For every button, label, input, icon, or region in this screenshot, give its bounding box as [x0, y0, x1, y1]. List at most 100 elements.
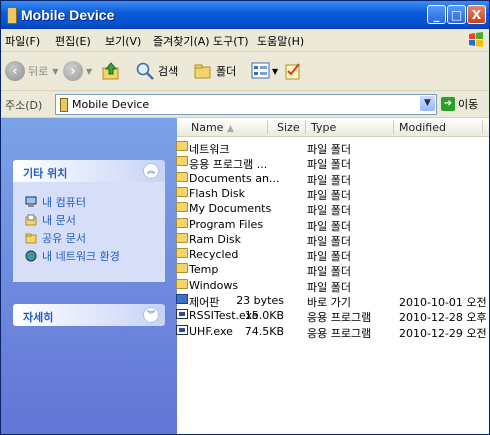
search-icon — [136, 62, 154, 80]
file-row[interactable]: Flash Disk 파일 폴더 — [176, 186, 489, 202]
file-name: Documents an... — [189, 171, 280, 185]
file-row[interactable]: UHF.exe 74.5KB 응용 프로그램 2010-12-29 오전 ... — [176, 324, 489, 340]
maximize-button[interactable]: □ — [447, 5, 466, 24]
menu-help[interactable]: 도움말(H) — [257, 33, 304, 49]
folder-icon — [176, 156, 188, 167]
other-places-my-computer[interactable]: 내 컴퓨터 — [25, 194, 86, 210]
file-name: My Documents — [189, 202, 272, 216]
other-places-shared-documents[interactable]: 공유 문서 — [25, 230, 86, 246]
other-places-network[interactable]: 내 네트워크 환경 — [25, 248, 120, 264]
menu-edit[interactable]: 편집(E) — [55, 33, 91, 49]
file-name: Flash Disk — [189, 186, 245, 200]
title-bar[interactable]: Mobile Device _ □ X — [1, 1, 489, 29]
file-modified: 2010-12-29 오전 ... — [399, 326, 489, 340]
my-computer-icon — [25, 196, 37, 207]
checklist-icon — [285, 63, 300, 80]
details-title: 자세히 — [23, 311, 54, 324]
exe-icon — [176, 324, 188, 335]
back-dropdown-icon: ▼ — [52, 66, 59, 76]
go-label: 이동 — [458, 98, 479, 111]
my-documents-label: 내 문서 — [42, 214, 76, 227]
expand-chevron-icon[interactable]: ︾ — [143, 307, 159, 323]
file-row[interactable]: Documents an... 파일 폴더 — [176, 171, 489, 187]
address-dropdown-icon[interactable]: ▼ — [420, 96, 435, 111]
up-folder-icon — [102, 62, 119, 80]
network-label: 내 네트워크 환경 — [42, 250, 120, 263]
column-modified[interactable]: Modified — [399, 121, 446, 134]
file-row[interactable]: Recycled 파일 폴더 — [176, 247, 489, 263]
views-dropdown-icon: ▼ — [272, 66, 279, 76]
my-documents-icon — [25, 214, 37, 226]
menu-favorites[interactable]: 즐겨찾기(A) — [153, 33, 210, 49]
file-name: Recycled — [189, 248, 239, 262]
up-folder-button[interactable] — [101, 60, 121, 82]
menu-tools[interactable]: 도구(T) — [213, 33, 249, 49]
file-row[interactable]: RSSITest.exe15.0KB응용 프로그램2010-12-28 오후 .… — [176, 308, 489, 324]
window-title: Mobile Device — [21, 7, 115, 23]
column-size[interactable]: Size — [277, 121, 300, 134]
windows-logo-icon — [469, 32, 483, 47]
file-list: Name ▲ Size Type Modified 네트워크 파일 폴더 응용 프로… — [176, 118, 489, 434]
file-row[interactable]: Ram Disk 파일 폴더 — [176, 232, 489, 248]
network-icon — [25, 250, 37, 262]
forward-button[interactable]: › ▼ — [63, 60, 92, 82]
file-name: UHF.exe — [189, 324, 233, 338]
folder-icon — [176, 248, 188, 259]
file-name: Windows — [189, 278, 239, 292]
file-size: 15.0KB — [244, 309, 284, 323]
shared-documents-icon — [25, 233, 37, 244]
folder-icon — [176, 263, 188, 274]
my-computer-label: 내 컴퓨터 — [42, 196, 86, 209]
shortcut-icon — [176, 294, 188, 304]
address-label: 주소(D) — [5, 99, 43, 112]
file-row[interactable]: My Documents 파일 폴더 — [176, 201, 489, 217]
file-name: Ram Disk — [189, 232, 241, 246]
details-header[interactable]: 자세히 ︾ — [13, 304, 165, 326]
file-row[interactable]: 제어판23 bytes바로 가기2010-10-01 오전 ... — [176, 293, 489, 309]
collapse-chevron-icon[interactable]: ︽ — [143, 163, 159, 179]
other-places-my-documents[interactable]: 내 문서 — [25, 212, 76, 228]
forward-arrow-icon: › — [63, 61, 83, 81]
menu-view[interactable]: 보기(V) — [105, 33, 141, 49]
file-row[interactable]: 응용 프로그램 ... 파일 폴더 — [176, 155, 489, 171]
forward-dropdown-icon: ▼ — [86, 66, 93, 76]
column-type[interactable]: Type — [311, 121, 336, 134]
column-name[interactable]: Name ▲ — [191, 121, 234, 134]
minimize-button[interactable]: _ — [427, 5, 446, 24]
folders-button[interactable]: 폴더 — [193, 60, 236, 82]
go-button[interactable]: ➜ 이동 — [441, 96, 478, 112]
address-field[interactable]: Mobile Device ▼ — [55, 94, 437, 115]
file-row[interactable]: 네트워크 파일 폴더 — [176, 140, 489, 156]
folders-icon — [194, 64, 211, 79]
back-button[interactable]: ‹ 뒤로 ▼ — [5, 60, 58, 82]
exe-icon — [176, 309, 188, 320]
other-places-title: 기타 위치 — [23, 167, 68, 180]
search-button[interactable]: 검색 — [135, 60, 178, 82]
address-bar: 주소(D) Mobile Device ▼ ➜ 이동 — [1, 91, 489, 118]
back-arrow-icon: ‹ — [5, 61, 25, 81]
column-header: Name ▲ Size Type Modified — [177, 118, 489, 137]
close-button[interactable]: X — [467, 5, 486, 24]
file-row[interactable]: Temp 파일 폴더 — [176, 262, 489, 278]
views-button[interactable]: ▼ — [251, 60, 278, 82]
folder-icon — [176, 186, 188, 197]
folder-icon — [176, 217, 188, 228]
file-size: 23 bytes — [236, 294, 284, 307]
go-arrow-icon: ➜ — [441, 97, 455, 111]
file-row[interactable]: Program Files 파일 폴더 — [176, 217, 489, 233]
folder-icon — [176, 232, 188, 243]
toolbar: ‹ 뒤로 ▼ › ▼ 검색 폴더 ▼ — [1, 52, 489, 91]
mobile-device-icon — [7, 7, 17, 24]
back-label: 뒤로 — [28, 65, 49, 78]
other-places-panel: 내 컴퓨터 내 문서 공유 문서 내 네트워크 환경 — [13, 182, 165, 282]
views-icon — [251, 62, 270, 79]
menu-file[interactable]: 파일(F) — [5, 33, 40, 49]
file-name: Temp — [189, 263, 219, 277]
explorer-window: Mobile Device _ □ X 파일(F) 편집(E) 보기(V) 즐겨… — [0, 0, 490, 435]
search-label: 검색 — [158, 65, 179, 78]
folder-icon — [176, 141, 188, 151]
file-type: 응용 프로그램 — [307, 326, 372, 340]
other-places-header[interactable]: 기타 위치 ︽ — [13, 160, 165, 182]
file-row[interactable]: Windows 파일 폴더 — [176, 278, 489, 294]
sync-button[interactable] — [283, 60, 303, 82]
